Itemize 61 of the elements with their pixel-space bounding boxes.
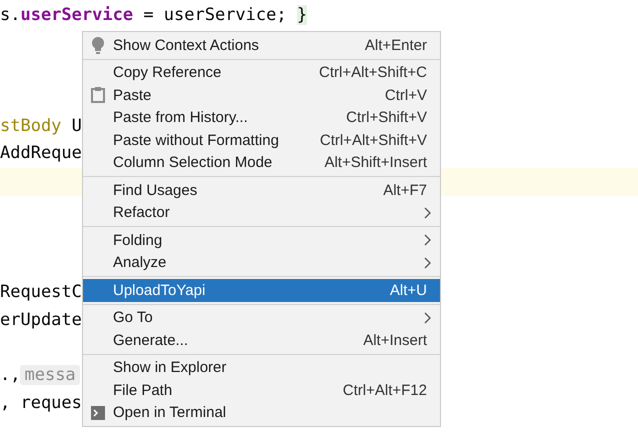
menu-label: Open in Terminal xyxy=(113,404,228,422)
lightbulb-icon xyxy=(91,36,105,54)
menu-item[interactable]: File Path Ctrl+Alt+F12 xyxy=(83,379,440,402)
menu-item[interactable]: Generate... Alt+Insert xyxy=(83,329,440,352)
code-text: U xyxy=(70,116,82,136)
menu-item[interactable]: Open in Terminal xyxy=(83,402,440,424)
menu-item[interactable]: Paste Ctrl+V xyxy=(83,84,440,106)
shortcut-text: Alt+Enter xyxy=(364,36,427,54)
code-text: erUpdate xyxy=(0,310,82,330)
terminal-icon xyxy=(91,406,105,420)
menu-label: Copy Reference xyxy=(113,64,222,82)
menu-label: Generate... xyxy=(113,332,190,349)
menu-item[interactable]: Show Context Actions Alt+Enter xyxy=(83,34,440,56)
menu-label: Refactor xyxy=(113,204,171,222)
shortcut-text: Ctrl+V xyxy=(384,86,427,104)
menu-label: Paste xyxy=(113,86,152,104)
menu-item[interactable]: Copy Reference Ctrl+Alt+Shift+C xyxy=(83,62,440,84)
shortcut-text: Ctrl+Alt+Shift+V xyxy=(320,132,427,149)
chevron-right-icon xyxy=(424,256,431,269)
menu-item[interactable]: Show in Explorer xyxy=(83,356,440,379)
code-text: AddReque xyxy=(0,143,82,164)
menu-label: Show in Explorer xyxy=(113,359,228,376)
menu-label: UploadToYapi xyxy=(113,282,206,299)
shortcut-text: Ctrl+Alt+F12 xyxy=(342,382,427,399)
code-text: = userService; xyxy=(142,5,288,25)
shortcut-text: Alt+Shift+Insert xyxy=(324,154,427,172)
menu-item[interactable]: Refactor xyxy=(83,202,440,224)
menu-label: Analyze xyxy=(113,254,168,272)
menu-item[interactable]: Column Selection Mode Alt+Shift+Insert xyxy=(83,152,440,174)
shortcut-text: Alt+F7 xyxy=(383,182,427,199)
chevron-right-icon xyxy=(424,206,431,219)
menu-label: Folding xyxy=(113,232,164,249)
menu-label: Paste from History... xyxy=(113,109,249,126)
shortcut-text: Alt+U xyxy=(390,282,427,299)
code-text: } xyxy=(296,5,308,25)
menu-label: Go To xyxy=(113,309,154,326)
menu-item[interactable]: Folding xyxy=(83,229,440,252)
chevron-right-icon xyxy=(424,312,431,324)
chevron-right-icon xyxy=(424,234,431,246)
menu-item[interactable]: Paste without Formatting Ctrl+Alt+Shift+V xyxy=(83,129,440,152)
shortcut-text: Alt+Insert xyxy=(363,332,427,349)
menu-label: Find Usages xyxy=(113,182,198,199)
shortcut-text: Ctrl+Alt+Shift+C xyxy=(319,64,427,82)
menu-item[interactable]: Find Usages Alt+F7 xyxy=(83,179,440,202)
code-text: RequestC xyxy=(0,282,82,302)
menu-label: Show Context Actions xyxy=(113,36,260,54)
parameter-hint: messa xyxy=(20,364,80,385)
code-text: ., xyxy=(0,364,20,385)
menu-item[interactable]: Go To xyxy=(83,306,440,329)
menu-label: File Path xyxy=(113,382,174,399)
menu-item[interactable]: Paste from History... Ctrl+Shift+V xyxy=(83,106,440,129)
code-text: s. xyxy=(0,5,20,25)
code-text: userService xyxy=(20,5,134,25)
shortcut-text: Ctrl+Shift+V xyxy=(346,109,427,126)
menu-item[interactable]: Analyze xyxy=(83,252,440,274)
code-text: stBody xyxy=(0,116,62,136)
clipboard-icon xyxy=(91,87,105,104)
menu-item[interactable]: UploadToYapi Alt+U xyxy=(83,279,440,302)
menu-label: Paste without Formatting xyxy=(113,132,280,149)
code-text: , reques xyxy=(0,392,82,413)
menu-label: Column Selection Mode xyxy=(113,154,274,172)
